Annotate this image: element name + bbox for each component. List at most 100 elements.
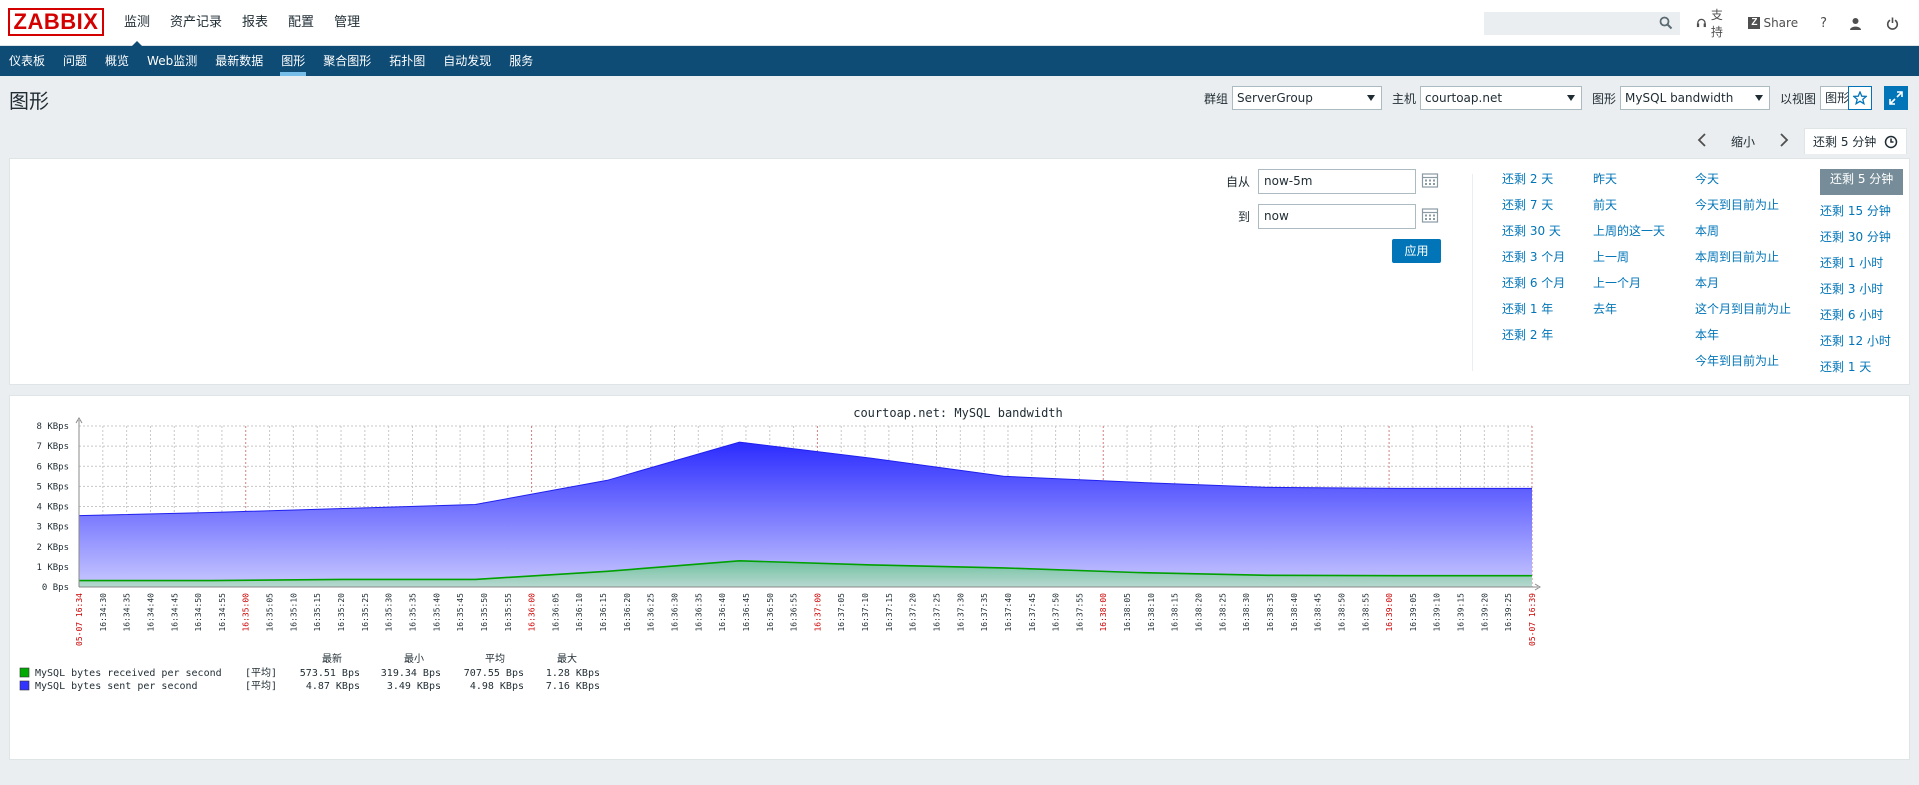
x-tick-label: 16:39:25 <box>1504 593 1513 632</box>
legend-max: 1.28 KBps <box>546 668 600 679</box>
graph-select[interactable]: MySQL bandwidth <box>1620 86 1771 110</box>
panel-divider <box>1472 174 1473 371</box>
quick-range-link[interactable]: 还剩 30 天 <box>1502 221 1565 247</box>
x-tick-label: 16:36:05 <box>551 593 560 632</box>
x-tick-label: 16:35:05 <box>266 593 275 632</box>
share-link[interactable]: Z Share <box>1748 16 1798 30</box>
x-tick-label: 16:36:25 <box>647 593 656 632</box>
legend-swatch-sent <box>19 680 30 691</box>
quick-range-link[interactable]: 还剩 30 分钟 <box>1820 227 1903 253</box>
x-tick-label: 16:38:45 <box>1314 593 1323 632</box>
x-tick-label: 16:35:25 <box>361 593 370 632</box>
quick-range-link[interactable]: 还剩 3 个月 <box>1502 247 1565 273</box>
from-input[interactable]: now-5m <box>1258 169 1416 194</box>
submenu-discovery[interactable]: 自动发现 <box>434 46 500 76</box>
quick-range-link[interactable]: 还剩 7 天 <box>1502 195 1565 221</box>
x-tick-label: 16:35:15 <box>313 593 322 632</box>
time-back-button[interactable] <box>1690 131 1714 152</box>
host-select[interactable]: courtoap.net <box>1420 86 1583 110</box>
time-range-tab[interactable]: 还剩 5 分钟 <box>1804 128 1908 154</box>
legend-avg: 4.98 KBps <box>470 681 524 692</box>
legend-func: [平均] <box>245 680 277 692</box>
group-select[interactable]: ServerGroup <box>1232 86 1383 110</box>
submenu-problems[interactable]: 问题 <box>54 46 96 76</box>
quick-range-link[interactable]: 今天 <box>1695 169 1791 195</box>
zabbix-share-icon: Z <box>1748 17 1761 29</box>
global-search[interactable] <box>1484 12 1680 35</box>
headset-icon <box>1696 18 1706 28</box>
group-label: 群组 <box>1204 91 1229 106</box>
quick-range-link[interactable]: 还剩 2 年 <box>1502 325 1565 351</box>
fullscreen-button[interactable] <box>1884 86 1908 110</box>
quick-range-link[interactable]: 还剩 1 天 <box>1820 357 1903 383</box>
quick-range-link[interactable]: 上一周 <box>1593 247 1665 273</box>
y-tick-label: 1 KBps <box>36 563 69 573</box>
y-axis-ticks: 0 Bps 1 KBps 2 KBps 3 KBps 4 KBps 5 KBps 6 KBp… <box>36 422 69 593</box>
quick-range-link[interactable]: 前天 <box>1593 195 1665 221</box>
quick-range-link[interactable]: 本月 <box>1695 273 1791 299</box>
quick-range-link[interactable]: 本周到目前为止 <box>1695 247 1791 273</box>
submenu-dashboard[interactable]: 仪表板 <box>0 46 54 76</box>
submenu-services[interactable]: 服务 <box>500 46 542 76</box>
legend-name: MySQL bytes received per second <box>35 668 222 679</box>
chart-title: courtoap.net: MySQL bandwidth <box>853 406 1063 420</box>
quick-range-col-4: 还剩 5 分钟 还剩 15 分钟 还剩 30 分钟 还剩 1 小时 还剩 3 小… <box>1820 169 1904 383</box>
quick-range-link[interactable]: 上一个月 <box>1593 273 1665 299</box>
quick-range-link[interactable]: 今年到目前为止 <box>1695 351 1791 377</box>
menu-monitoring[interactable]: 监测 <box>114 0 160 47</box>
quick-range-link[interactable]: 还剩 15 分钟 <box>1820 201 1903 227</box>
zabbix-logo[interactable]: ZABBIX <box>8 8 104 36</box>
menu-inventory[interactable]: 资产记录 <box>160 0 232 46</box>
quick-range-link[interactable]: 去年 <box>1593 299 1665 325</box>
search-icon[interactable] <box>1659 16 1673 33</box>
quick-range-link[interactable]: 本周 <box>1695 221 1791 247</box>
calendar-icon[interactable] <box>1421 171 1439 192</box>
x-tick-label: 16:37:55 <box>1075 593 1084 632</box>
quick-range-link[interactable]: 昨天 <box>1593 169 1665 195</box>
quick-range-link[interactable]: 本年 <box>1695 325 1791 351</box>
quick-range-link[interactable]: 今天到目前为止 <box>1695 195 1791 221</box>
menu-reports[interactable]: 报表 <box>232 0 278 46</box>
submenu-web[interactable]: Web监测 <box>138 46 206 76</box>
x-tick-label: 16:37:10 <box>861 593 870 632</box>
submenu-maps[interactable]: 拓扑图 <box>380 46 434 76</box>
submenu-overview[interactable]: 概览 <box>96 46 138 76</box>
menu-configuration[interactable]: 配置 <box>278 0 324 46</box>
logout-link[interactable] <box>1886 17 1903 30</box>
x-tick-label: 16:39:05 <box>1409 593 1418 632</box>
bandwidth-chart[interactable]: courtoap.net: MySQL bandwidth 0 Bps 1 KBp… <box>10 396 1911 761</box>
quick-range-link[interactable]: 这个月到目前为止 <box>1695 299 1791 325</box>
quick-range-link[interactable]: 还剩 6 小时 <box>1820 305 1903 331</box>
submenu-screens[interactable]: 聚合图形 <box>314 46 380 76</box>
submenu-latest-data[interactable]: 最新数据 <box>206 46 272 76</box>
quick-range-link[interactable]: 还剩 1 年 <box>1502 299 1565 325</box>
legend-header-min: 最小 <box>404 653 424 665</box>
profile-link[interactable] <box>1849 17 1866 30</box>
x-tick-label: 16:34:40 <box>146 593 155 632</box>
quick-range-link[interactable]: 还剩 6 个月 <box>1502 273 1565 299</box>
x-tick-label: 16:37:00 <box>813 593 822 632</box>
apply-button[interactable]: 应用 <box>1392 239 1441 263</box>
legend-min: 319.34 Bps <box>381 668 441 679</box>
chevron-right-icon <box>1780 132 1789 147</box>
add-favourite-button[interactable] <box>1848 86 1872 110</box>
quick-range-link[interactable]: 还剩 2 天 <box>1502 169 1565 195</box>
zoom-out-button[interactable]: 缩小 <box>1714 133 1772 150</box>
current-range-label: 还剩 5 分钟 <box>1813 135 1877 149</box>
x-tick-label: 16:34:35 <box>123 593 132 632</box>
quick-range-link[interactable]: 上周的这一天 <box>1593 221 1665 247</box>
calendar-icon[interactable] <box>1421 206 1439 227</box>
menu-administration[interactable]: 管理 <box>324 0 370 46</box>
to-input[interactable]: now <box>1258 204 1416 229</box>
legend-max: 7.16 KBps <box>546 681 600 692</box>
quick-range-link[interactable]: 还剩 12 小时 <box>1820 331 1903 357</box>
support-link[interactable]: 支持 <box>1696 6 1732 40</box>
time-forward-button[interactable] <box>1772 131 1796 152</box>
quick-range-link[interactable]: 还剩 1 小时 <box>1820 253 1903 279</box>
quick-range-link[interactable]: 还剩 3 小时 <box>1820 279 1903 305</box>
help-link[interactable]: ? <box>1820 16 1827 31</box>
x-tick-label: 16:36:15 <box>599 593 608 632</box>
submenu-graphs[interactable]: 图形 <box>272 46 314 76</box>
quick-range-selected[interactable]: 还剩 5 分钟 <box>1820 169 1904 195</box>
search-input[interactable] <box>1485 13 1655 34</box>
